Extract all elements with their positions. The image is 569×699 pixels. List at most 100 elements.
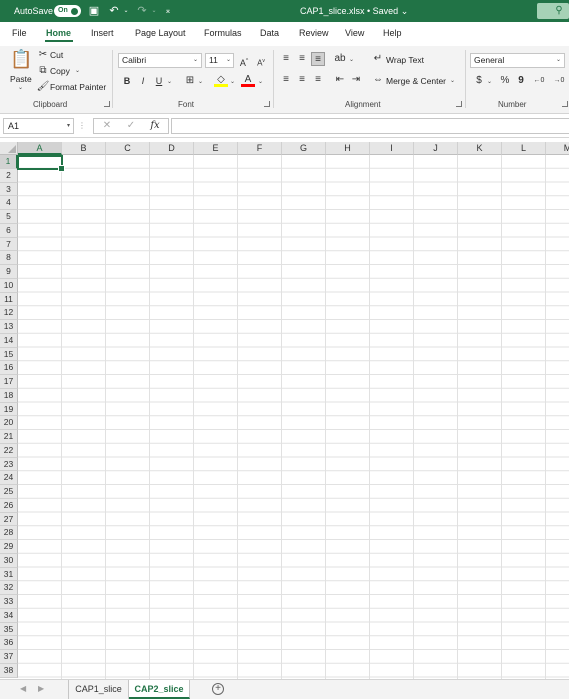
- font-color-dropdown-icon[interactable]: ⌄: [258, 78, 263, 85]
- tab-page-layout[interactable]: Page Layout: [135, 28, 186, 38]
- row-header[interactable]: 17: [0, 375, 18, 389]
- tab-help[interactable]: Help: [383, 28, 402, 38]
- merge-dropdown-icon[interactable]: ⌄: [450, 77, 455, 84]
- next-sheet-icon[interactable]: ▶: [38, 684, 44, 693]
- row-header[interactable]: 5: [0, 210, 18, 224]
- italic-button[interactable]: I: [136, 74, 150, 88]
- align-center-icon[interactable]: ≡: [295, 73, 309, 87]
- font-color-icon[interactable]: A: [241, 73, 255, 87]
- row-header[interactable]: 8: [0, 251, 18, 265]
- row-header[interactable]: 35: [0, 622, 18, 637]
- wrap-text-icon[interactable]: ↵: [371, 52, 385, 66]
- font-name-select[interactable]: Calibri ⌄: [118, 53, 202, 68]
- column-header[interactable]: C: [106, 142, 150, 155]
- number-format-select[interactable]: General ⌄: [470, 53, 565, 68]
- orientation-dropdown-icon[interactable]: ⌄: [349, 56, 354, 63]
- row-header[interactable]: 29: [0, 540, 18, 554]
- column-header[interactable]: L: [502, 142, 546, 155]
- merge-center-button[interactable]: Merge & Center: [386, 76, 446, 86]
- align-right-icon[interactable]: ≡: [311, 73, 325, 87]
- copy-dropdown-icon[interactable]: ⌄: [75, 67, 80, 74]
- decrease-font-size-icon[interactable]: Av: [254, 54, 268, 68]
- row-header[interactable]: 1: [0, 155, 18, 169]
- sheet-tab-cap2[interactable]: CAP2_slice: [129, 680, 190, 699]
- cut-icon[interactable]: ✂: [36, 48, 50, 62]
- middle-align-icon[interactable]: ≡: [295, 52, 309, 66]
- row-header[interactable]: 13: [0, 320, 18, 334]
- tab-file[interactable]: File: [12, 28, 27, 38]
- row-header[interactable]: 25: [0, 485, 18, 499]
- row-header[interactable]: 12: [0, 306, 18, 320]
- bold-button[interactable]: B: [120, 74, 134, 88]
- decrease-decimal-icon[interactable]: →0: [552, 74, 566, 88]
- row-header[interactable]: 10: [0, 278, 18, 293]
- row-header[interactable]: 34: [0, 608, 18, 623]
- increase-decimal-icon[interactable]: ←0: [532, 74, 546, 88]
- cell-area[interactable]: [18, 155, 569, 679]
- row-header[interactable]: 36: [0, 636, 18, 650]
- number-launcher-icon[interactable]: [562, 101, 568, 107]
- column-header[interactable]: A: [18, 142, 62, 155]
- row-header[interactable]: 6: [0, 223, 18, 238]
- row-header[interactable]: 9: [0, 265, 18, 279]
- insert-function-icon[interactable]: fx: [148, 119, 162, 133]
- copy-button[interactable]: Copy: [50, 66, 70, 76]
- borders-dropdown-icon[interactable]: ⌄: [198, 78, 203, 85]
- row-header[interactable]: 19: [0, 402, 18, 417]
- tab-review[interactable]: Review: [299, 28, 329, 38]
- orientation-icon[interactable]: ab: [333, 52, 347, 66]
- column-header[interactable]: I: [370, 142, 414, 155]
- tab-formulas[interactable]: Formulas: [204, 28, 242, 38]
- font-size-select[interactable]: 11 ⌄: [205, 53, 234, 68]
- underline-dropdown-icon[interactable]: ⌄: [167, 78, 172, 85]
- row-header[interactable]: 4: [0, 196, 18, 210]
- cancel-icon[interactable]: ✕: [100, 119, 114, 133]
- enter-icon[interactable]: ✓: [124, 119, 138, 133]
- format-painter-button[interactable]: Format Painter: [50, 82, 106, 92]
- copy-icon[interactable]: ⧉: [36, 64, 50, 78]
- format-painter-icon[interactable]: 🖌: [36, 80, 50, 94]
- row-header[interactable]: 21: [0, 430, 18, 444]
- row-header[interactable]: 15: [0, 347, 18, 362]
- row-header[interactable]: 14: [0, 333, 18, 348]
- document-title[interactable]: CAP1_slice.xlsx • Saved ⌄: [300, 6, 408, 17]
- more-options-icon[interactable]: ⋮: [78, 119, 86, 133]
- active-cell-a1[interactable]: [17, 155, 65, 172]
- prev-sheet-icon[interactable]: ◀: [20, 684, 26, 693]
- paste-button[interactable]: Paste: [10, 74, 32, 84]
- column-header[interactable]: F: [238, 142, 282, 155]
- row-header[interactable]: 32: [0, 581, 18, 595]
- undo-dropdown-icon[interactable]: ⌄: [118, 3, 134, 19]
- column-header[interactable]: B: [62, 142, 106, 155]
- font-launcher-icon[interactable]: [264, 101, 270, 107]
- column-header[interactable]: D: [150, 142, 194, 155]
- row-header[interactable]: 11: [0, 292, 18, 307]
- increase-font-size-icon[interactable]: A^: [237, 54, 251, 68]
- decrease-indent-icon[interactable]: ⇤: [333, 73, 347, 87]
- increase-indent-icon[interactable]: ⇥: [349, 73, 363, 87]
- tab-data[interactable]: Data: [260, 28, 279, 38]
- tab-view[interactable]: View: [345, 28, 364, 38]
- tab-insert[interactable]: Insert: [91, 28, 114, 38]
- row-header[interactable]: 28: [0, 526, 18, 540]
- row-header[interactable]: 27: [0, 512, 18, 527]
- cut-button[interactable]: Cut: [50, 50, 63, 60]
- clipboard-launcher-icon[interactable]: [104, 101, 110, 107]
- underline-button[interactable]: U: [152, 74, 166, 88]
- align-left-icon[interactable]: ≡: [279, 73, 293, 87]
- row-header[interactable]: 18: [0, 388, 18, 403]
- fill-color-icon[interactable]: ◇: [214, 73, 228, 87]
- column-header[interactable]: G: [282, 142, 326, 155]
- select-all-button[interactable]: [0, 142, 18, 155]
- row-header[interactable]: 26: [0, 498, 18, 513]
- top-align-icon[interactable]: ≡: [279, 52, 293, 66]
- row-header[interactable]: 38: [0, 663, 18, 678]
- row-header[interactable]: 22: [0, 443, 18, 458]
- column-header[interactable]: H: [326, 142, 370, 155]
- fill-color-dropdown-icon[interactable]: ⌄: [230, 78, 235, 85]
- sheet-tab-cap1[interactable]: CAP1_slice: [68, 680, 129, 699]
- row-header[interactable]: 33: [0, 595, 18, 609]
- tab-home[interactable]: Home: [46, 28, 71, 38]
- customize-toolbar-icon[interactable]: ⌅: [160, 3, 176, 19]
- search-button[interactable]: ⚲: [537, 3, 569, 19]
